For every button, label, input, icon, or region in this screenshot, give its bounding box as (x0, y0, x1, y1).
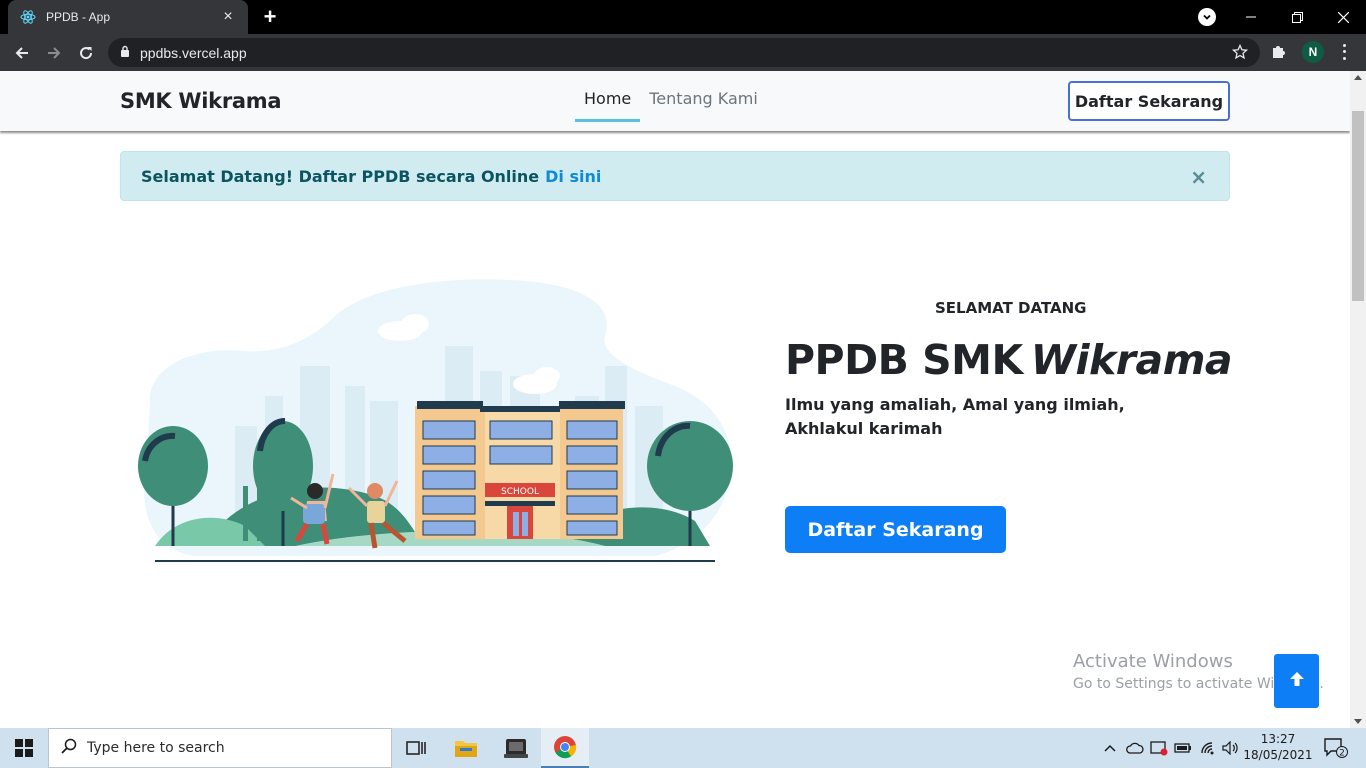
wifi-icon[interactable] (1198, 728, 1220, 768)
scroll-down-arrow-icon[interactable] (1354, 719, 1362, 724)
close-window-icon[interactable] (1320, 0, 1366, 34)
school-sign-text: SCHOOL (501, 487, 539, 497)
scrollbar-thumb[interactable] (1352, 111, 1364, 301)
lock-icon (120, 44, 130, 62)
windows-taskbar: Type here to search 13:27 18/05/2021 2 (0, 728, 1366, 768)
page-viewport: SMK Wikrama Home Tentang Kami Daftar Sek… (0, 71, 1350, 728)
reload-icon[interactable] (72, 39, 100, 67)
clock-time: 13:27 (1260, 732, 1296, 746)
alert-text: Selamat Datang! Daftar PPDB secara Onlin… (141, 166, 540, 186)
forward-arrow-icon[interactable] (40, 39, 68, 67)
windows-start-icon[interactable] (0, 728, 48, 768)
arrow-up-icon (1288, 670, 1306, 693)
profile-avatar[interactable]: N (1302, 41, 1324, 63)
scroll-up-arrow-icon[interactable] (1354, 75, 1362, 80)
restore-window-icon[interactable] (1274, 0, 1320, 34)
clock-date: 18/05/2021 (1243, 748, 1313, 762)
new-tab-icon[interactable]: + (258, 4, 282, 29)
tab-search-icon[interactable] (1198, 8, 1216, 26)
notification-center-icon[interactable]: 2 (1318, 728, 1354, 768)
extensions-puzzle-icon[interactable] (1270, 42, 1288, 65)
volume-icon[interactable] (1220, 728, 1242, 768)
tray-overflow-icon[interactable] (1100, 728, 1120, 768)
nav-links: Home Tentang Kami (575, 71, 767, 131)
url-text: ppdbs.vercel.app (140, 44, 247, 61)
scroll-to-top-button[interactable] (1274, 654, 1319, 708)
battery-icon[interactable] (1172, 728, 1194, 768)
hero-title-plain: PPDB SMK (785, 336, 1023, 384)
address-bar[interactable]: ppdbs.vercel.app (108, 38, 1260, 67)
hero-tagline: Ilmu yang amaliah, Amal yang ilmiah, Akh… (785, 395, 1125, 438)
chrome-taskbar-icon[interactable] (541, 728, 589, 768)
browser-toolbar: ppdbs.vercel.app N (0, 34, 1366, 71)
browser-tab[interactable]: PPDB - App × (8, 0, 248, 34)
school-illustration: SCHOOL (138, 279, 733, 562)
bookmark-star-icon[interactable] (1231, 43, 1249, 65)
taskbar-search-input[interactable]: Type here to search (48, 728, 392, 768)
terminal-app-icon[interactable] (492, 728, 540, 768)
navbar-register-button[interactable]: Daftar Sekarang (1068, 81, 1230, 121)
nav-link-home[interactable]: Home (575, 71, 641, 122)
file-explorer-icon[interactable] (442, 728, 490, 768)
alert-register-link[interactable]: Di sini (545, 167, 601, 186)
browser-menu-icon[interactable] (1336, 42, 1352, 62)
hero-title-emphasis: Wikrama (1030, 336, 1233, 384)
tab-title: PPDB - App (46, 10, 111, 24)
task-view-icon[interactable] (392, 728, 440, 768)
back-arrow-icon[interactable] (8, 39, 36, 67)
welcome-alert: Selamat Datang! Daftar PPDB secara Onlin… (120, 151, 1230, 201)
taskbar-clock[interactable]: 13:27 18/05/2021 (1243, 731, 1313, 763)
react-favicon-icon (20, 9, 36, 25)
tab-close-icon[interactable]: × (220, 8, 236, 25)
notification-count: 2 (1339, 749, 1345, 759)
hero-title: PPDB SMK Wikrama (785, 336, 1233, 384)
search-icon (61, 738, 77, 758)
hero-register-button[interactable]: Daftar Sekarang (785, 506, 1006, 553)
minimize-window-icon[interactable] (1228, 0, 1274, 34)
nav-link-tentang-kami[interactable]: Tentang Kami (640, 71, 767, 123)
alert-close-icon[interactable]: × (1190, 165, 1207, 189)
page-scrollbar[interactable] (1350, 71, 1366, 728)
onedrive-cloud-icon[interactable] (1124, 728, 1146, 768)
browser-tabstrip: PPDB - App × + (0, 0, 1366, 34)
security-tray-icon[interactable] (1148, 728, 1170, 768)
site-navbar: SMK Wikrama Home Tentang Kami Daftar Sek… (0, 71, 1350, 131)
site-brand[interactable]: SMK Wikrama (120, 89, 282, 113)
search-placeholder: Type here to search (87, 740, 225, 756)
hero-kicker: SELAMAT DATANG (935, 299, 1087, 317)
